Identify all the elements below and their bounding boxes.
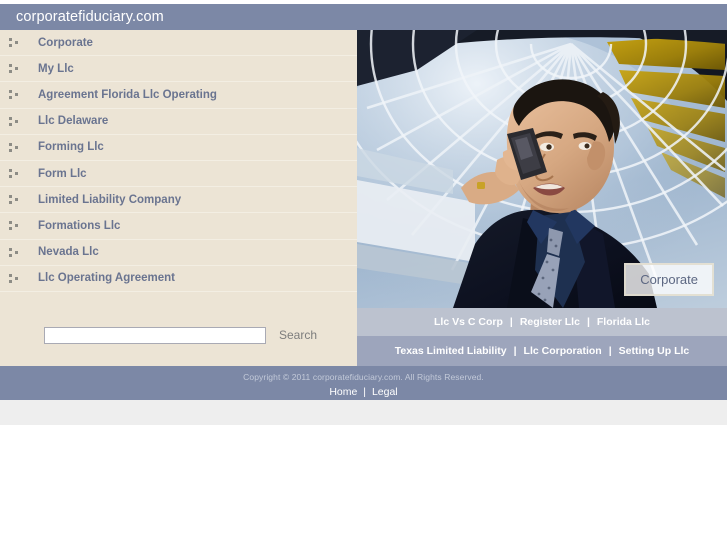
sidebar-item-label: Corporate <box>38 36 93 49</box>
below-fold-band <box>0 400 727 425</box>
sidebar-item-nevada-llc[interactable]: Nevada Llc <box>0 240 357 266</box>
link-separator: | <box>586 316 590 328</box>
three-squares-icon <box>9 220 20 231</box>
sidebar-item-label: Form Llc <box>38 167 87 180</box>
sidebar-item-label: Nevada Llc <box>38 246 99 259</box>
sidebar-item-limited-liability-company[interactable]: Limited Liability Company <box>0 187 357 214</box>
search-input[interactable] <box>44 326 266 344</box>
link-separator: | <box>608 345 612 357</box>
related-link[interactable]: Setting Up Llc <box>619 345 690 357</box>
three-squares-icon <box>9 116 20 127</box>
sidebar-item-label: My Llc <box>38 62 74 75</box>
sidebar-item-label: Llc Operating Agreement <box>38 272 175 285</box>
sidebar-item-forming-llc[interactable]: Forming Llc <box>0 135 357 161</box>
sidebar-item-label: Limited Liability Company <box>38 193 182 206</box>
footer-link-separator: | <box>363 386 367 398</box>
site-title: corporatefiduciary.com <box>16 9 164 25</box>
sidebar-item-my-llc[interactable]: My Llc <box>0 56 357 83</box>
link-separator: | <box>513 345 517 357</box>
page-bottom-whitespace <box>0 425 727 545</box>
related-link[interactable]: Llc Corporation <box>524 345 602 357</box>
site-footer: Copyright © 2011 corporatefiduciary.com.… <box>0 366 727 400</box>
three-squares-icon <box>9 168 20 179</box>
page-root: corporatefiduciary.com Corporate My Llc … <box>0 0 727 545</box>
nav-list: Corporate My Llc Agreement Florida Llc O… <box>0 30 357 292</box>
sidebar-item-formations-llc[interactable]: Formations Llc <box>0 213 357 240</box>
three-squares-icon <box>9 37 20 48</box>
three-squares-icon <box>9 273 20 284</box>
hero-photo: Corporate <box>357 30 727 308</box>
sidebar-item-form-llc[interactable]: Form Llc <box>0 161 357 188</box>
link-separator: | <box>509 316 513 328</box>
related-link[interactable]: Florida Llc <box>597 316 650 328</box>
sidebar-item-llc-operating-agreement[interactable]: Llc Operating Agreement <box>0 266 357 292</box>
search-row: Search <box>0 315 357 355</box>
sidebar-item-label: Agreement Florida Llc Operating <box>38 88 217 101</box>
related-links-bar-bottom: Texas Limited Liability | Llc Corporatio… <box>357 336 727 366</box>
related-links-bar-top: Llc Vs C Corp | Register Llc | Florida L… <box>357 308 727 336</box>
three-squares-icon <box>9 63 20 74</box>
sidebar-navigation: Corporate My Llc Agreement Florida Llc O… <box>0 30 357 366</box>
sidebar-item-label: Formations Llc <box>38 219 121 232</box>
related-link[interactable]: Llc Vs C Corp <box>434 316 503 328</box>
related-link[interactable]: Texas Limited Liability <box>395 345 507 357</box>
three-squares-icon <box>9 247 20 258</box>
related-link[interactable]: Register Llc <box>520 316 580 328</box>
footer-link-home[interactable]: Home <box>329 386 357 398</box>
sidebar-item-corporate[interactable]: Corporate <box>0 30 357 57</box>
three-squares-icon <box>9 194 20 205</box>
three-squares-icon <box>9 142 20 153</box>
sidebar-item-agreement-florida-llc-operating[interactable]: Agreement Florida Llc Operating <box>0 82 357 109</box>
search-button[interactable]: Search <box>279 328 317 342</box>
copyright-text: Copyright © 2011 corporatefiduciary.com.… <box>243 372 484 382</box>
main-content: Corporate My Llc Agreement Florida Llc O… <box>0 30 727 366</box>
footer-links: Home | Legal <box>0 386 727 398</box>
site-header: corporatefiduciary.com <box>0 4 727 30</box>
footer-link-legal[interactable]: Legal <box>372 386 398 398</box>
right-column: Corporate Llc Vs C Corp | Register Llc |… <box>357 30 727 366</box>
sidebar-item-llc-delaware[interactable]: Llc Delaware <box>0 109 357 135</box>
sidebar-item-label: Llc Delaware <box>38 115 109 128</box>
hero-caption: Corporate <box>624 263 714 296</box>
sidebar-item-label: Forming Llc <box>38 141 104 154</box>
three-squares-icon <box>9 89 20 100</box>
